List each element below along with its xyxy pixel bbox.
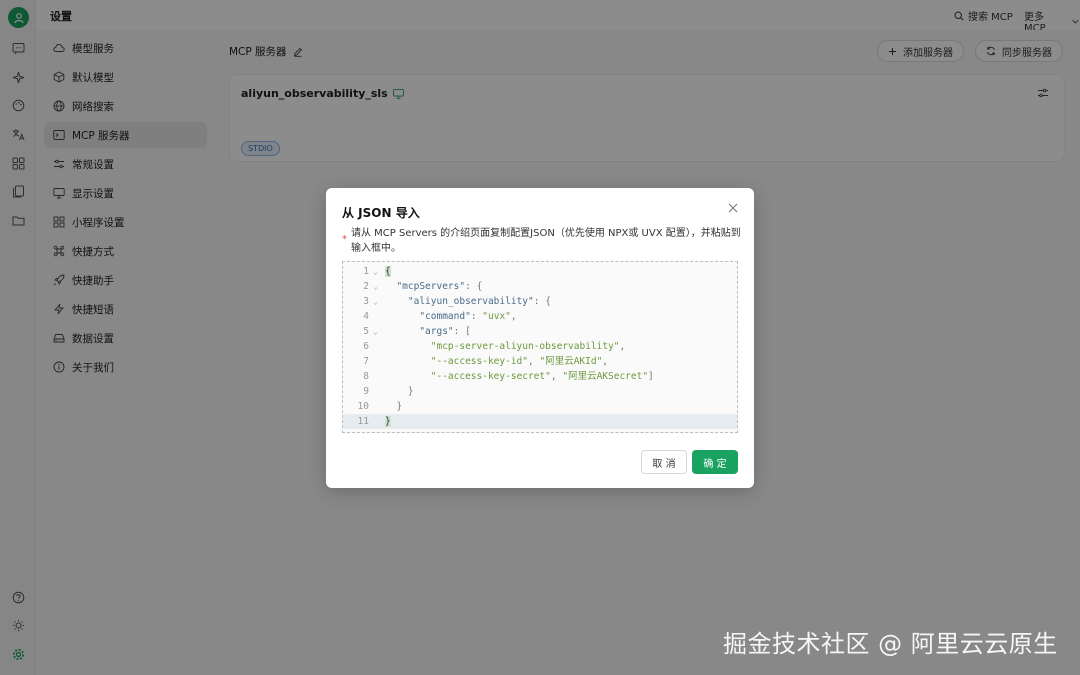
code-text: "--access-key-id", "阿里云AKId", <box>430 356 609 367</box>
line-number: 11 <box>357 416 369 427</box>
code-line: 2 ⌄ "mcpServers": { <box>343 279 737 294</box>
code-text: } <box>396 401 403 412</box>
code-text: "mcp-server-aliyun-observability", <box>430 341 626 352</box>
code-line: 3 ⌄ "aliyun_observability": { <box>343 294 737 309</box>
code-line: 6 "mcp-server-aliyun-observability", <box>343 339 737 354</box>
fold-chevron-icon <box>373 339 385 354</box>
line-number: 3 <box>363 296 369 307</box>
fold-chevron-icon[interactable]: ⌄ <box>373 264 385 279</box>
fold-chevron-icon[interactable]: ⌄ <box>373 279 385 294</box>
code-line: 7 "--access-key-id", "阿里云AKId", <box>343 354 737 369</box>
watermark: 掘金技术社区 @ 阿里云云原生 <box>723 630 1058 658</box>
code-line: 1 ⌄{ <box>343 264 737 279</box>
fold-chevron-icon[interactable]: ⌄ <box>373 294 385 309</box>
json-editor[interactable]: 1 ⌄{2 ⌄ "mcpServers": {3 ⌄ "aliyun_observab… <box>342 261 738 433</box>
code-line: 4 "command": "uvx", <box>343 309 737 324</box>
line-number: 10 <box>357 401 369 412</box>
code-line: 9 } <box>343 384 737 399</box>
modal-title: 从 JSON 导入 <box>342 206 420 220</box>
code-text: "command": "uvx", <box>419 311 517 322</box>
cancel-button[interactable]: 取 消 <box>641 450 687 474</box>
line-number: 8 <box>363 371 369 382</box>
code-line: 10 } <box>343 399 737 414</box>
line-number: 9 <box>363 386 369 397</box>
code-text: } <box>385 416 391 427</box>
line-number: 1 <box>363 266 369 277</box>
code-text: "mcpServers": { <box>396 281 483 292</box>
code-line: 5 ⌄ "args": [ <box>343 324 737 339</box>
code-text: "args": [ <box>419 326 471 337</box>
code-text: "--access-key-secret", "阿里云AKSecret"] <box>430 371 654 382</box>
modal-description: 请从 MCP Servers 的介绍页面复制配置JSON（优先使用 NPX或 U… <box>351 228 741 254</box>
line-number: 2 <box>363 281 369 292</box>
code-text: { <box>385 266 391 277</box>
fold-chevron-icon <box>373 354 385 369</box>
fold-chevron-icon <box>373 369 385 384</box>
code-text: } <box>407 386 414 397</box>
fold-chevron-icon[interactable]: ⌄ <box>373 324 385 339</box>
fold-chevron-icon <box>373 399 385 414</box>
fold-chevron-icon <box>373 414 385 429</box>
line-number: 5 <box>363 326 369 337</box>
import-json-modal: 从 JSON 导入 * 请从 MCP Servers 的介绍页面复制配置JSON… <box>326 188 754 488</box>
line-number: 4 <box>363 311 369 322</box>
required-mark: * <box>342 234 347 245</box>
fold-chevron-icon <box>373 309 385 324</box>
code-text: "aliyun_observability": { <box>407 296 551 307</box>
code-line: 11} <box>343 414 737 429</box>
confirm-button[interactable]: 确 定 <box>692 450 738 474</box>
close-icon[interactable] <box>726 201 740 215</box>
line-number: 6 <box>363 341 369 352</box>
line-number: 7 <box>363 356 369 367</box>
fold-chevron-icon <box>373 384 385 399</box>
code-line: 8 "--access-key-secret", "阿里云AKSecret"] <box>343 369 737 384</box>
